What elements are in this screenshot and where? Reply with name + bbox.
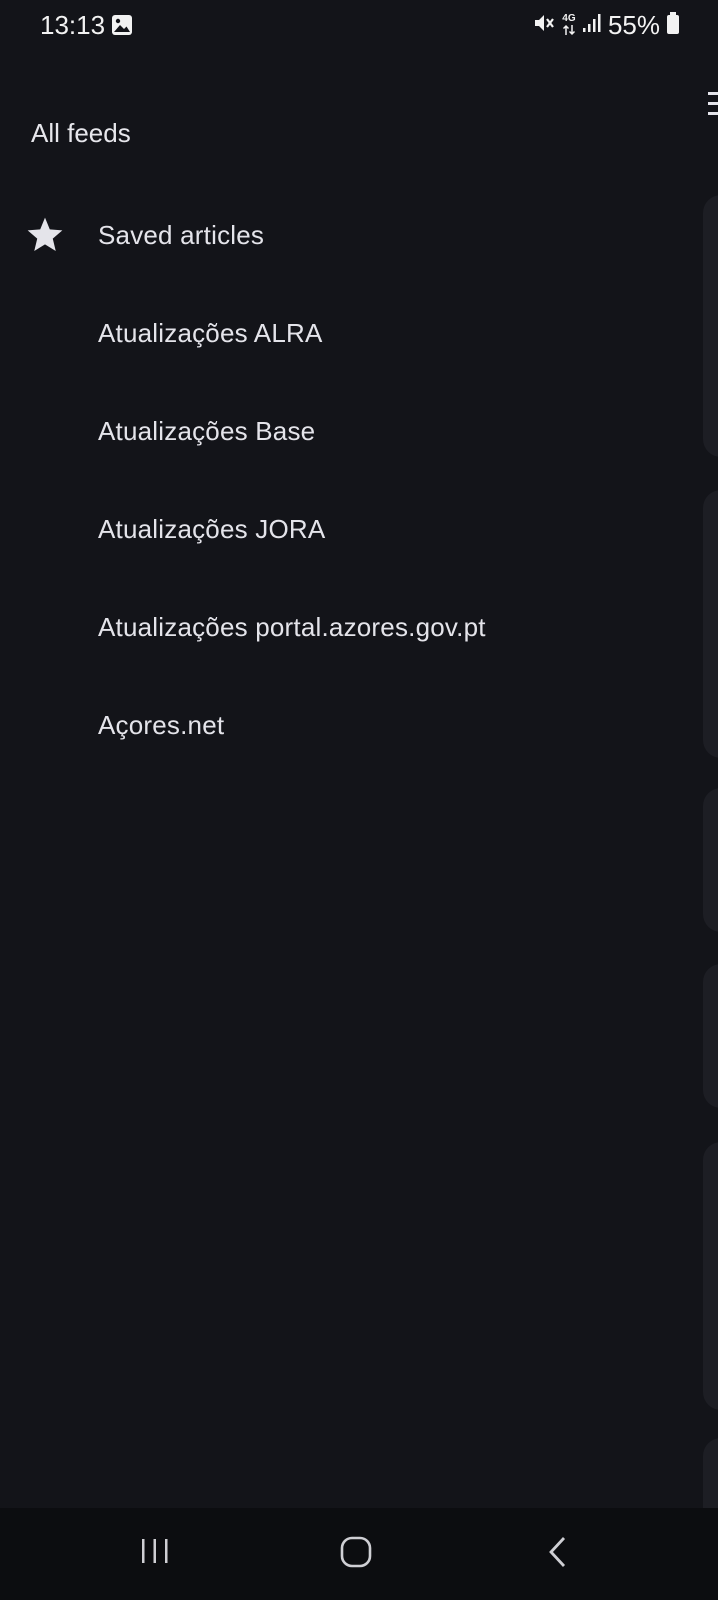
network-type-icon: 4G bbox=[562, 14, 576, 36]
feed-item-label: Atualizações Base bbox=[98, 415, 316, 446]
article-card[interactable] bbox=[703, 964, 718, 1108]
feed-item-acores-net[interactable]: Açores.net bbox=[0, 676, 690, 774]
article-card[interactable] bbox=[703, 490, 718, 758]
feed-item-saved-articles[interactable]: Saved articles bbox=[0, 186, 690, 284]
status-time: 13:13 bbox=[40, 10, 106, 40]
article-card[interactable] bbox=[703, 1142, 718, 1410]
back-button[interactable] bbox=[546, 1536, 570, 1573]
feed-item-atualizacoes-base[interactable]: Atualizações Base bbox=[0, 382, 690, 480]
feed-item-label: Atualizações ALRA bbox=[98, 317, 323, 348]
menu-icon[interactable] bbox=[708, 92, 718, 123]
feed-item-atualizacoes-portal[interactable]: Atualizações portal.azores.gov.pt bbox=[0, 578, 690, 676]
network-type-label: 4G bbox=[562, 13, 576, 24]
recent-apps-button[interactable] bbox=[140, 1536, 170, 1571]
feed-item-label: Atualizações JORA bbox=[98, 513, 326, 544]
battery-icon bbox=[666, 11, 680, 40]
mute-icon bbox=[532, 11, 556, 40]
gallery-notification-icon bbox=[111, 14, 133, 41]
status-indicators: 4G 55% bbox=[532, 9, 680, 41]
battery-percentage: 55% bbox=[607, 9, 660, 40]
feed-item-label: Atualizações portal.azores.gov.pt bbox=[98, 611, 486, 642]
signal-icon bbox=[582, 13, 602, 38]
feed-list: Saved articles Atualizações ALRA Atualiz… bbox=[0, 186, 690, 774]
star-icon bbox=[25, 216, 65, 259]
feed-item-label: Açores.net bbox=[98, 709, 225, 740]
home-button[interactable] bbox=[340, 1536, 372, 1573]
system-navigation-bar bbox=[0, 1508, 718, 1600]
status-bar: 13:13 4G 55% bbox=[0, 0, 718, 52]
feed-item-atualizacoes-jora[interactable]: Atualizações JORA bbox=[0, 480, 690, 578]
article-card[interactable] bbox=[703, 788, 718, 932]
feed-item-label: Saved articles bbox=[98, 219, 265, 250]
drawer-title[interactable]: All feeds bbox=[31, 118, 131, 149]
article-card[interactable] bbox=[703, 195, 718, 457]
feed-item-atualizacoes-alra[interactable]: Atualizações ALRA bbox=[0, 284, 690, 382]
